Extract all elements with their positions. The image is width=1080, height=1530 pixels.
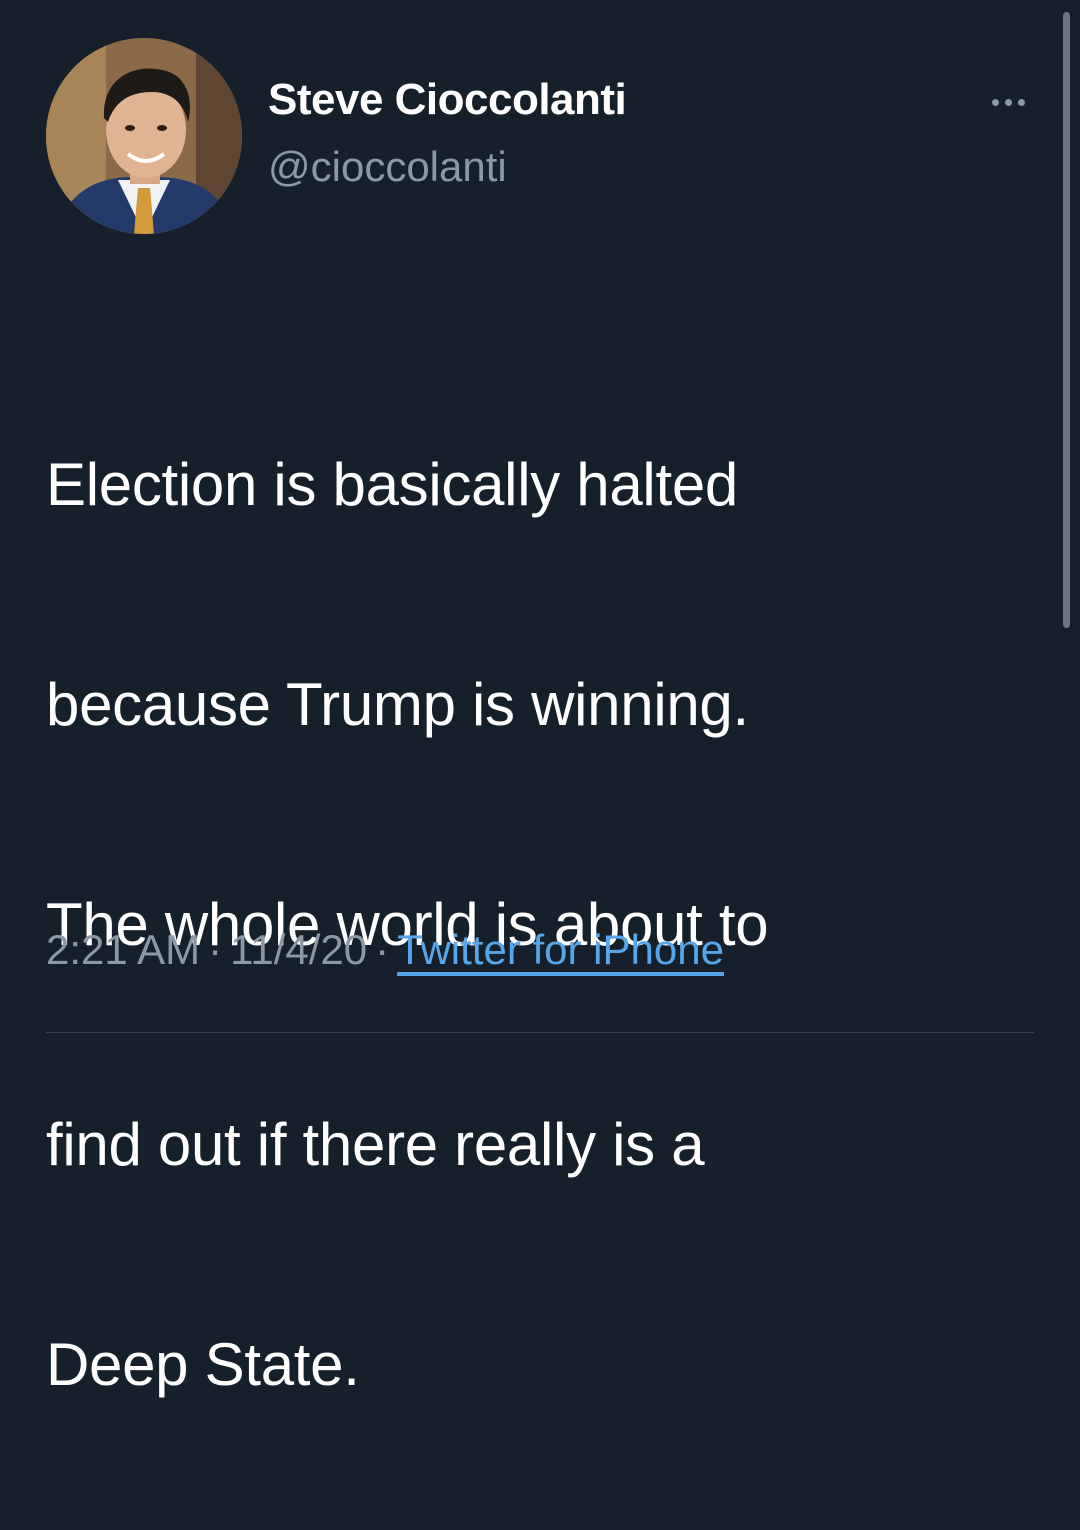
separator: · (375, 926, 390, 973)
tweet-text-line: because Trump is winning. (46, 671, 749, 738)
ellipsis-icon (991, 98, 999, 106)
avatar[interactable] (46, 38, 242, 234)
ellipsis-icon (1017, 98, 1025, 106)
divider (46, 1032, 1034, 1033)
tweet-time[interactable]: 2:21 AM (46, 926, 200, 973)
scrollbar[interactable] (1063, 12, 1070, 628)
tweet-date[interactable]: 11/4/20 (230, 926, 367, 973)
ellipsis-icon (1004, 98, 1012, 106)
tweet-text-line: Election is basically halted (46, 451, 738, 518)
separator: · (208, 926, 223, 973)
tweet-text-line: Deep State. (46, 1331, 360, 1398)
author-display-name[interactable]: Steve Cioccolanti (268, 74, 627, 126)
author-handle[interactable]: @cioccolanti (268, 142, 507, 192)
more-options-button[interactable] (984, 84, 1032, 120)
avatar-photo (46, 38, 242, 234)
tweet-source-link[interactable]: Twitter for iPhone (397, 926, 724, 973)
tweet-card: Steve Cioccolanti @cioccolanti Election … (0, 0, 1080, 1398)
tweet-metadata: 2:21 AM · 11/4/20 · Twitter for iPhone (46, 920, 724, 980)
tweet-text-line: find out if there really is a (46, 1111, 705, 1178)
